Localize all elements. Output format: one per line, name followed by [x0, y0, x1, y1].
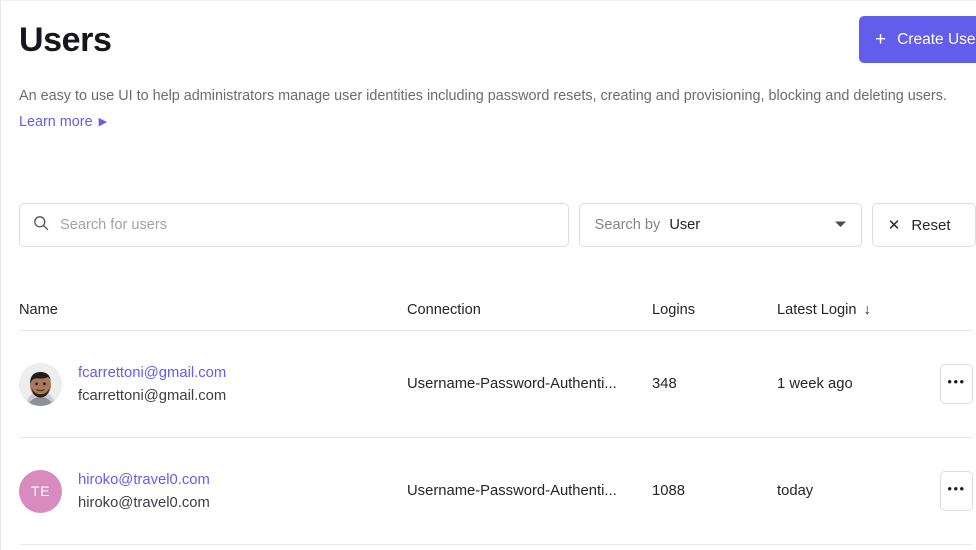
- avatar-initials: TE: [31, 483, 50, 499]
- search-input[interactable]: [60, 217, 555, 233]
- user-name-cell: TE hiroko@travel0.com hiroko@travel0.com: [19, 469, 407, 513]
- column-header-connection-label: Connection: [407, 301, 481, 318]
- user-link[interactable]: fcarrettoni@gmail.com: [78, 364, 226, 382]
- users-page: Users + Create User An easy to use UI to…: [0, 0, 976, 550]
- sort-descending-icon: ↓: [863, 301, 871, 318]
- column-header-logins[interactable]: Logins: [652, 302, 777, 318]
- play-triangle-icon: ▶: [98, 115, 108, 128]
- column-header-name[interactable]: Name: [19, 302, 407, 318]
- table-header-row: Name Connection Logins Latest Login ↓: [19, 289, 973, 331]
- chevron-down-icon: [834, 216, 847, 234]
- column-header-latest-login[interactable]: Latest Login ↓: [777, 302, 917, 318]
- user-name-text: hiroko@travel0.com hiroko@travel0.com: [78, 471, 210, 512]
- user-logins: 348: [652, 376, 677, 392]
- table-row[interactable]: TE hiroko@travel0.com hiroko@travel0.com…: [19, 438, 973, 545]
- user-connection: Username-Password-Authenti...: [407, 483, 617, 499]
- column-header-connection[interactable]: Connection: [407, 302, 652, 318]
- user-link[interactable]: hiroko@travel0.com: [78, 471, 210, 489]
- user-latest-login: 1 week ago: [777, 376, 853, 392]
- search-by-label: Search by: [594, 217, 661, 233]
- search-by-dropdown[interactable]: Search by User: [578, 203, 862, 247]
- column-header-logins-label: Logins: [652, 301, 696, 318]
- learn-more-label: Learn more: [19, 114, 93, 130]
- page-title: Users: [19, 21, 112, 59]
- create-user-label: Create User: [897, 30, 976, 48]
- user-email: hiroko@travel0.com: [78, 494, 210, 511]
- row-actions-cell: •••: [917, 364, 973, 404]
- row-actions-cell: •••: [917, 471, 973, 511]
- user-connection: Username-Password-Authenti...: [407, 376, 617, 392]
- filter-row: Search by User ✕ Reset: [19, 203, 976, 247]
- user-latest-login: today: [777, 483, 814, 499]
- page-header: Users + Create User An easy to use UI to…: [1, 1, 976, 132]
- avatar: [19, 362, 62, 406]
- search-by-value: User: [669, 217, 701, 233]
- page-description: An easy to use UI to help administrators…: [19, 88, 947, 104]
- avatar: TE: [19, 469, 62, 513]
- reset-label: Reset: [911, 216, 951, 234]
- reset-button[interactable]: ✕ Reset: [871, 203, 976, 247]
- row-actions-menu-button[interactable]: •••: [940, 471, 973, 511]
- user-name-cell: fcarrettoni@gmail.com fcarrettoni@gmail.…: [19, 362, 407, 406]
- create-user-button[interactable]: + Create User: [859, 16, 976, 63]
- column-header-latest-login-label: Latest Login: [777, 301, 857, 318]
- user-logins: 1088: [652, 483, 685, 499]
- plus-icon: +: [875, 29, 887, 50]
- row-actions-menu-button[interactable]: •••: [940, 364, 973, 404]
- search-icon: [33, 215, 49, 236]
- learn-more-link[interactable]: Learn more ▶: [19, 112, 107, 132]
- column-header-name-label: Name: [19, 301, 58, 318]
- users-table: Name Connection Logins Latest Login ↓ fc…: [19, 289, 976, 545]
- user-name-text: fcarrettoni@gmail.com fcarrettoni@gmail.…: [78, 364, 226, 405]
- search-users-box[interactable]: [19, 203, 569, 247]
- user-email: fcarrettoni@gmail.com: [78, 387, 227, 404]
- table-row[interactable]: fcarrettoni@gmail.com fcarrettoni@gmail.…: [19, 331, 973, 438]
- close-icon: ✕: [887, 216, 901, 234]
